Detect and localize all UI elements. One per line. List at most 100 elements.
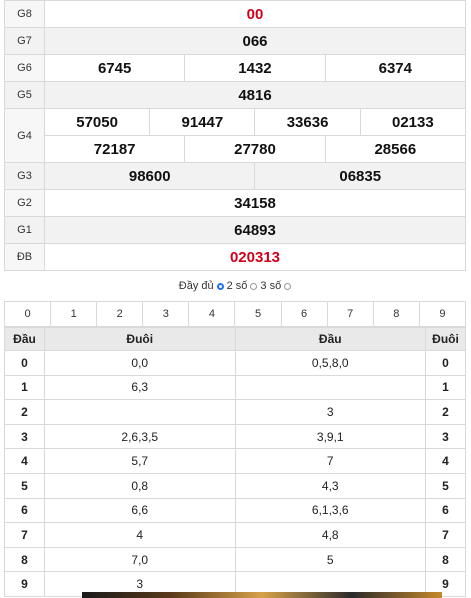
loto-tail-digit: 1 bbox=[425, 374, 466, 401]
loto-heads: 7 bbox=[234, 448, 426, 474]
loto-heads: 6,1,3,6 bbox=[234, 497, 426, 524]
loto-heads: 3,9,1 bbox=[234, 423, 426, 450]
prize-row-db: ĐB 020313 bbox=[4, 243, 466, 271]
loto-tail-digit: 8 bbox=[425, 546, 466, 573]
prize-number: 6745 bbox=[43, 54, 186, 82]
loto-row: 6 6,6 6,1,3,6 6 bbox=[4, 497, 466, 524]
prize-label: ĐB bbox=[4, 243, 45, 271]
radio-two-digits[interactable] bbox=[216, 282, 224, 290]
loto-row: 4 5,7 7 4 bbox=[4, 448, 466, 474]
prize-row-g4-second: 72187 27780 28566 bbox=[5, 135, 467, 163]
prize-row-g8: G8 00 bbox=[4, 0, 466, 28]
loto-tail-digit: 7 bbox=[425, 522, 466, 548]
loto-row: 232 bbox=[4, 399, 466, 425]
loto-heads: 4,8 bbox=[234, 522, 426, 548]
loto-header: Đầu Đuôi Đầu Đuôi bbox=[4, 327, 466, 351]
loto-heads: 0,5,8,0 bbox=[234, 350, 426, 376]
digit-filter[interactable]: 5 bbox=[234, 301, 282, 327]
digit-filter[interactable]: 0 bbox=[3, 301, 52, 327]
radio-three-digits-end[interactable] bbox=[284, 282, 292, 290]
loto-heads: 3 bbox=[234, 399, 426, 425]
prize-label: G7 bbox=[4, 27, 45, 55]
prize-number: 27780 bbox=[184, 135, 326, 163]
prize-label: G8 bbox=[4, 0, 45, 28]
prize-number: 066 bbox=[44, 27, 466, 55]
loto-row: 7 4 4,8 7 bbox=[4, 522, 466, 548]
loto-row: 3 2,6,3,5 3,9,1 3 bbox=[4, 423, 466, 450]
loto-heads bbox=[234, 374, 426, 401]
loto-row: 8 7,0 5 8 bbox=[4, 546, 466, 573]
display-options: Đầy đủ 2 số 3 số bbox=[4, 271, 466, 301]
loto-tail-digit: 2 bbox=[425, 399, 466, 425]
digit-filter[interactable]: 7 bbox=[326, 301, 374, 327]
prize-label: G2 bbox=[4, 189, 45, 217]
loto-heads: 4,3 bbox=[234, 472, 426, 499]
prize-row-g3: G3 98600 06835 bbox=[4, 162, 466, 190]
prize-row-g7: G7 066 bbox=[4, 27, 466, 55]
prize-number: 34158 bbox=[44, 189, 466, 217]
prize-label: G6 bbox=[4, 54, 45, 82]
loto-head-digit: 7 bbox=[4, 522, 45, 548]
loto-tails: 0,0 bbox=[44, 350, 236, 376]
prize-number: 6374 bbox=[324, 54, 467, 82]
digit-filter[interactable]: 1 bbox=[50, 301, 98, 327]
prize-number: 91447 bbox=[149, 108, 256, 136]
prize-number: 33636 bbox=[254, 108, 361, 136]
loto-head-digit: 5 bbox=[4, 472, 45, 499]
digit-filter[interactable]: 2 bbox=[96, 301, 144, 327]
prize-number: 1432 bbox=[184, 54, 326, 82]
loto-tail-digit: 5 bbox=[425, 472, 466, 499]
loto-head-digit: 1 bbox=[4, 374, 45, 401]
loto-head-digit: 4 bbox=[4, 448, 45, 474]
loto-tail-digit: 3 bbox=[425, 423, 466, 450]
prize-number: 28566 bbox=[324, 135, 467, 163]
prize-number: 57050 bbox=[43, 108, 151, 136]
loto-table: Đầu Đuôi Đầu Đuôi 0 0,0 0,5,8,0 0 1 6,3 1 2 3 2 3 2… bbox=[4, 327, 466, 597]
loto-head-digit: 3 bbox=[4, 423, 45, 450]
loto-head-digit: 0 bbox=[4, 350, 45, 376]
loto-tails: 4 bbox=[44, 522, 236, 548]
loto-head-digit: 8 bbox=[4, 546, 45, 573]
loto-head-digit: 6 bbox=[4, 497, 45, 524]
prize-row-g2: G2 34158 bbox=[4, 189, 466, 217]
digit-filter[interactable]: 9 bbox=[418, 301, 467, 327]
prize-number: 98600 bbox=[43, 162, 256, 190]
loto-head-digit: 9 bbox=[4, 571, 45, 597]
loto-heads: 5 bbox=[234, 546, 426, 573]
loto-row: 5 0,8 4,3 5 bbox=[4, 472, 466, 499]
results-table: G8 00 G7 066 G6 6745 1432 6374 G5 4816 G… bbox=[4, 0, 467, 271]
prize-row-g4: G4 57050 91447 33636 02133 bbox=[4, 108, 467, 163]
loto-tails: 2,6,3,5 bbox=[44, 423, 236, 450]
prize-label: G1 bbox=[4, 216, 45, 244]
loto-tails: 0,8 bbox=[44, 472, 236, 499]
digit-filter[interactable]: 8 bbox=[372, 301, 420, 327]
ad-banner-strip[interactable] bbox=[82, 592, 442, 598]
radio-three-digits[interactable] bbox=[250, 282, 258, 290]
header-duoi-2: Đuôi bbox=[425, 327, 466, 351]
prize-label: G5 bbox=[4, 81, 45, 109]
loto-tails: 6,3 bbox=[44, 374, 236, 401]
prize-row-g6: G6 6745 1432 6374 bbox=[4, 54, 467, 82]
loto-tail-digit: 4 bbox=[425, 448, 466, 474]
loto-tail-digit: 0 bbox=[425, 350, 466, 376]
special-prize-number: 020313 bbox=[44, 243, 466, 271]
prize-label: G4 bbox=[4, 108, 45, 163]
option-full-label[interactable]: Đầy đủ bbox=[179, 280, 214, 292]
loto-head-digit: 2 bbox=[4, 399, 45, 425]
loto-tail-digit: 6 bbox=[425, 497, 466, 524]
prize-number: 64893 bbox=[44, 216, 466, 244]
loto-tails: 6,6 bbox=[44, 497, 236, 524]
header-dau: Đầu bbox=[4, 327, 45, 351]
prize-number: 72187 bbox=[43, 135, 186, 163]
digit-filter[interactable]: 3 bbox=[142, 301, 190, 327]
digit-filter[interactable]: 6 bbox=[280, 301, 328, 327]
loto-tails bbox=[44, 399, 236, 425]
prize-label: G3 bbox=[4, 162, 45, 190]
option-two-label[interactable]: 2 số bbox=[227, 280, 248, 292]
prize-number: 02133 bbox=[359, 108, 467, 136]
header-duoi: Đuôi bbox=[44, 327, 236, 351]
digit-filter-bar: 0 1 2 3 4 5 6 7 8 9 bbox=[3, 301, 467, 327]
option-three-label[interactable]: 3 số bbox=[260, 280, 281, 292]
prize-number: 4816 bbox=[44, 81, 466, 109]
digit-filter[interactable]: 4 bbox=[188, 301, 236, 327]
